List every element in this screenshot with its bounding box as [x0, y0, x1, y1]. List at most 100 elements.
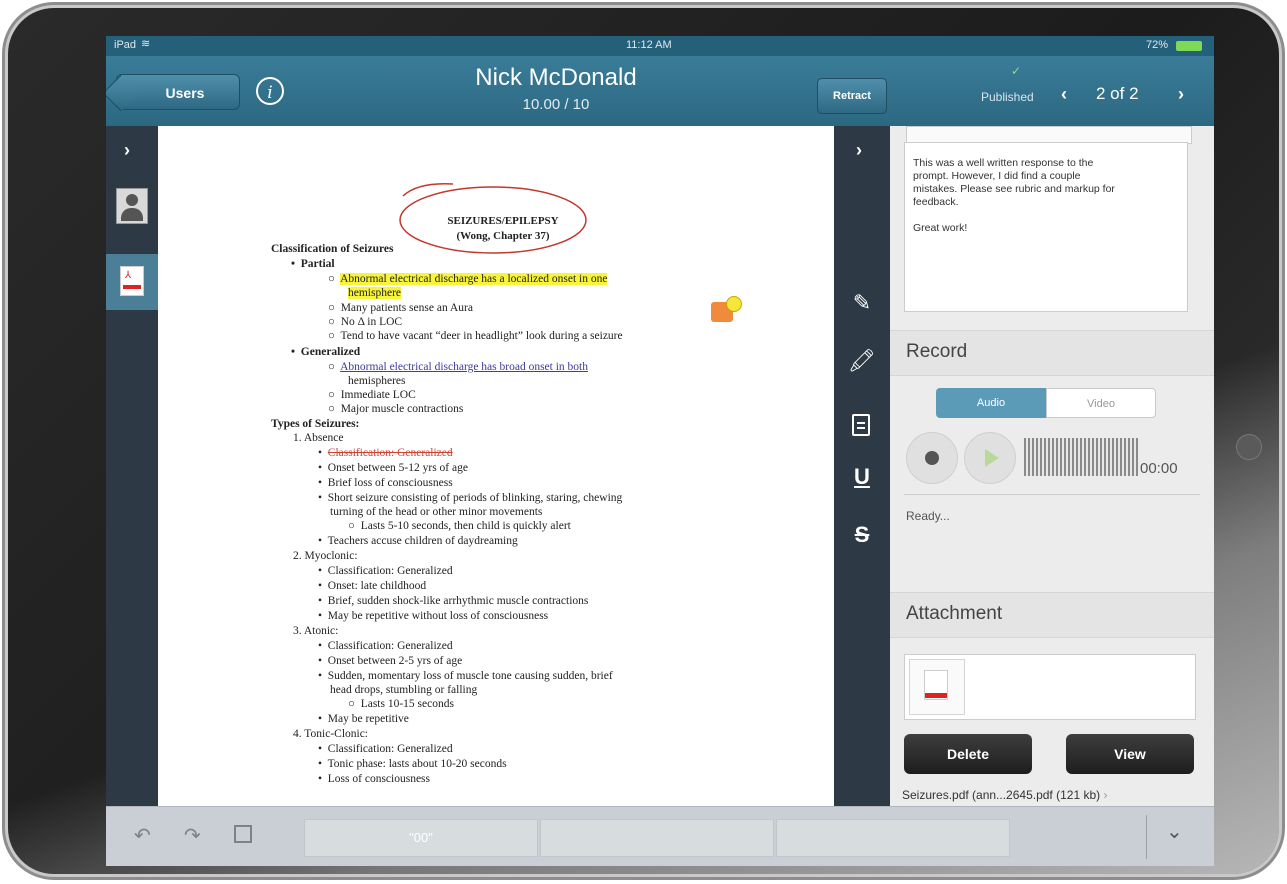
highlighter-icon[interactable]: 🖍 [834, 348, 890, 374]
myoclonic-item-2: • Onset: late childhood [318, 580, 427, 592]
carrier-label: iPad [114, 39, 137, 51]
atonic-subitem-text: Lasts 10-15 seconds [360, 698, 454, 710]
expand-left-icon[interactable]: › [124, 140, 130, 161]
atonic-item-2: • Onset between 2-5 yrs of age [318, 655, 463, 667]
battery-icon [1176, 41, 1202, 51]
view-button[interactable]: View [1066, 734, 1194, 774]
users-back-button[interactable]: Users [116, 74, 240, 110]
quick-comment-1[interactable]: "00" [304, 819, 538, 857]
tonic-item-1-text: Classification: Generalized [327, 743, 453, 755]
generalized-heading: • Generalized [291, 346, 361, 358]
stamp-icon[interactable]: ✎ [834, 290, 890, 316]
partial-heading-text: Partial [300, 258, 335, 270]
partial-heading: • Partial [291, 258, 335, 270]
document-viewer[interactable]: SEIZURES/EPILEPSY (Wong, Chapter 37) Cla… [158, 126, 834, 816]
pdf-document-tab[interactable]: ⅄ [106, 254, 158, 310]
generalized-item-2: ○ Immediate LOC [328, 389, 416, 401]
comment-line-2: prompt. However, I did find a couple [913, 170, 1081, 182]
battery-label: 72% [1146, 39, 1169, 51]
nav-bar: Users i Nick McDonald 10.00 / 10 Retract… [106, 56, 1214, 126]
atonic-item-3: • Sudden, momentary loss of muscle tone … [318, 670, 613, 682]
partial-item-4-text: Tend to have vacant “deer in headlight” … [340, 330, 623, 342]
chevron-down-icon[interactable]: ⌄ [1166, 819, 1183, 844]
student-name: Nick McDonald [475, 64, 637, 91]
note-icon[interactable] [852, 414, 870, 436]
generalized-item-3: ○ Major muscle contractions [328, 403, 464, 415]
atonic-item-1: • Classification: Generalized [318, 640, 453, 652]
audio-tab[interactable]: Audio [936, 388, 1046, 418]
comment-textarea[interactable]: This was a well written response to the … [904, 142, 1188, 312]
partial-item-1-cont: hemisphere [348, 286, 402, 301]
atonic-label: 3. Atonic: [293, 625, 339, 637]
attachment-preview[interactable] [904, 654, 1196, 720]
record-dot-icon [925, 451, 939, 465]
wifi-icon: ≋ [141, 38, 151, 50]
info-icon[interactable]: i [256, 77, 284, 105]
bottom-toolbar: ↶ ↷ "00" ⌄ [106, 806, 1214, 866]
retract-button[interactable]: Retract [817, 78, 887, 114]
play-icon [985, 449, 999, 467]
delete-button[interactable]: Delete [904, 734, 1032, 774]
strikethrough-icon[interactable]: S [834, 522, 890, 548]
undo-icon[interactable]: ↶ [134, 823, 151, 848]
absence-item-2-text: Onset between 5-12 yrs of age [327, 462, 468, 474]
redo-icon[interactable]: ↷ [184, 823, 201, 848]
left-rail: › ⅄ [106, 126, 158, 816]
published-check-icon: ✓ [1011, 64, 1022, 78]
comment-line-3: mistakes. Please see rubric and markup f… [913, 183, 1115, 195]
annotation-toolbar: › ✎ 🖍 U S [834, 126, 890, 816]
status-bar: iPad ≋ 11:12 AM 72% [106, 36, 1214, 56]
divider [1146, 815, 1147, 859]
partial-item-3: ○ No Δ in LOC [328, 316, 403, 328]
pdf-file-icon [924, 670, 948, 700]
myoclonic-item-4: • May be repetitive without loss of cons… [318, 610, 549, 622]
play-button[interactable] [964, 432, 1016, 484]
tonic-item-2: • Tonic phase: lasts about 10-20 seconds [318, 758, 507, 770]
copy-icon[interactable] [234, 825, 252, 843]
myoclonic-label: 2. Myoclonic: [293, 550, 358, 562]
tonic-item-3: • Loss of consciousness [318, 773, 430, 785]
absence-item-1: • Classification: Generalized [318, 447, 453, 459]
myoclonic-item-3: • Brief, sudden shock-like arrhythmic mu… [318, 595, 589, 607]
user-avatar-icon[interactable] [116, 188, 148, 224]
expand-right-icon[interactable]: › [856, 140, 862, 161]
record-section-header: Record [890, 330, 1214, 376]
myoclonic-item-1-text: Classification: Generalized [327, 565, 453, 577]
underlined-text: Abnormal electrical discharge has broad … [340, 361, 588, 373]
atonic-subitem: ○ Lasts 10-15 seconds [348, 698, 454, 710]
absence-label: 1. Absence [293, 432, 344, 444]
record-button[interactable] [906, 432, 958, 484]
record-heading: Record [906, 341, 968, 362]
absence-item-5-text: Teachers accuse children of daydreaming [327, 535, 518, 547]
page-count: 2 of 2 [1096, 84, 1139, 103]
highlighted-text: Abnormal electrical discharge has a loca… [340, 273, 608, 285]
absence-item-4-text: Short seizure consisting of periods of b… [327, 492, 623, 504]
next-page-icon[interactable]: › [1178, 84, 1184, 105]
atonic-item-2-text: Onset between 2-5 yrs of age [327, 655, 463, 667]
quick-comment-3[interactable] [776, 819, 1010, 857]
clock: 11:12 AM [626, 39, 672, 51]
partial-item-2-text: Many patients sense an Aura [340, 302, 473, 314]
attachment-file-link[interactable]: Seizures.pdf (ann...2645.pdf (121 kb) › [902, 788, 1107, 802]
prev-page-icon[interactable]: ‹ [1061, 84, 1067, 105]
record-timer: 00:00 [1140, 460, 1178, 477]
absence-subitem-text: Lasts 5-10 seconds, then child is quickl… [360, 520, 571, 532]
attachment-heading: Attachment [906, 603, 1003, 624]
tonic-item-1: • Classification: Generalized [318, 743, 453, 755]
home-button[interactable] [1236, 434, 1262, 460]
chevron-right-icon: › [1103, 788, 1108, 802]
atonic-item-3-text: Sudden, momentary loss of muscle tone ca… [327, 670, 613, 682]
comment-line-5: Great work! [913, 222, 968, 234]
score-label: 10.00 / 10 [522, 96, 590, 113]
generalized-item-2-text: Immediate LOC [340, 389, 416, 401]
doc-title-line2: (Wong, Chapter 37) [456, 229, 550, 242]
absence-item-3-text: Brief loss of consciousness [327, 477, 453, 489]
doc-title-line1: SEIZURES/EPILEPSY [447, 215, 559, 227]
note-marker-icon[interactable] [726, 296, 742, 312]
underline-icon[interactable]: U [834, 464, 890, 490]
atonic-item-4-text: May be repetitive [327, 713, 409, 725]
atonic-item-4: • May be repetitive [318, 713, 409, 725]
video-tab[interactable]: Video [1046, 388, 1156, 418]
quick-comment-2[interactable] [540, 819, 774, 857]
attachment-thumbnail [909, 659, 965, 715]
